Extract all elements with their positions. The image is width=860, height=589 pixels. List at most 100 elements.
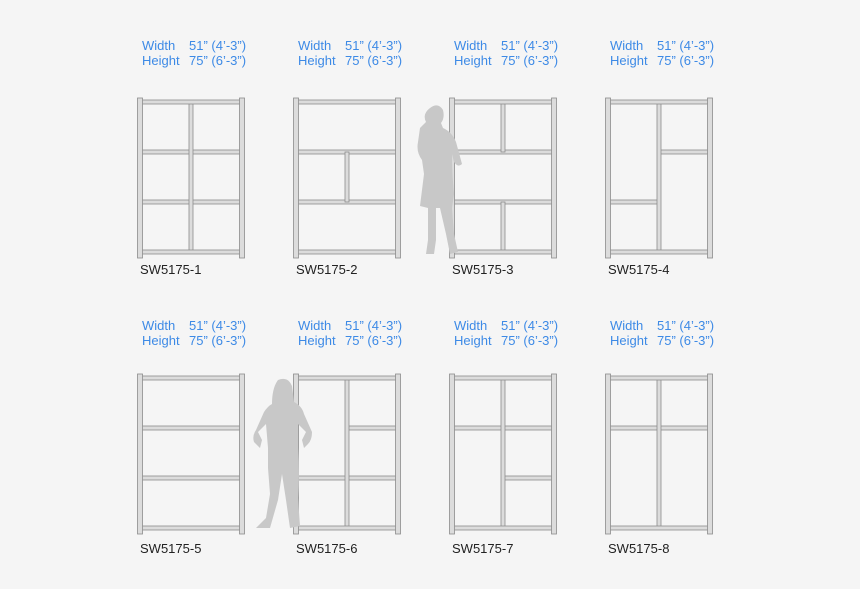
height-value: 75” (6’-3”)	[501, 53, 559, 68]
frame-mullion	[344, 151, 350, 203]
frame-transom	[609, 199, 660, 205]
height-label: Height	[610, 333, 648, 348]
frame-right-post	[551, 97, 557, 259]
dimensions: Width 51” (4’-3”) Height 75” (6’-3”)	[454, 38, 558, 68]
frame-transom	[141, 425, 241, 431]
frame-transom	[141, 475, 241, 481]
width-value: 51” (4’-3”)	[501, 38, 559, 53]
panel-card: Width 51” (4’-3”) Height 75” (6’-3”) SW517…	[449, 38, 604, 298]
panel-frame-drawing	[605, 373, 713, 535]
frame-transom	[658, 149, 709, 155]
frame-bottom-rail	[609, 249, 709, 255]
width-value: 51” (4’-3”)	[189, 318, 247, 333]
frame-mullion	[500, 377, 506, 529]
width-label: Width	[298, 318, 332, 333]
width-value: 51” (4’-3”)	[345, 38, 403, 53]
panel-code: SW5175-5	[140, 541, 202, 556]
panel-code: SW5175-4	[608, 262, 670, 277]
height-label: Height	[298, 53, 336, 68]
dimensions: Width 51” (4’-3”) Height 75” (6’-3”)	[298, 318, 402, 348]
frame-right-post	[707, 97, 713, 259]
height-value: 75” (6’-3”)	[657, 333, 715, 348]
panel-code: SW5175-2	[296, 262, 358, 277]
width-label: Width	[142, 38, 176, 53]
frame-mullion	[656, 377, 662, 529]
panel-code: SW5175-3	[452, 262, 514, 277]
frame-top-rail	[453, 375, 553, 381]
frame-top-rail	[609, 375, 709, 381]
frame-top-rail	[297, 99, 397, 105]
frame-left-post	[137, 97, 143, 259]
frame-right-post	[239, 97, 245, 259]
frame-right-post	[551, 373, 557, 535]
frame-transom	[502, 475, 553, 481]
frame-top-rail	[141, 99, 241, 105]
dimensions: Width 51” (4’-3”) Height 75” (6’-3”)	[610, 38, 714, 68]
woman-phone-silhouette	[417, 105, 462, 254]
width-label: Width	[298, 38, 332, 53]
dimensions: Width 51” (4’-3”) Height 75” (6’-3”)	[454, 318, 558, 348]
height-label: Height	[610, 53, 648, 68]
panel-card: Width 51” (4’-3”) Height 75” (6’-3”) SW517…	[605, 318, 760, 578]
width-label: Width	[454, 38, 488, 53]
frame-left-post	[605, 97, 611, 259]
panel-frame-drawing	[449, 373, 557, 535]
frame-left-post	[449, 373, 455, 535]
frame-right-post	[239, 373, 245, 535]
frame-bottom-rail	[453, 525, 553, 531]
panel-frame-drawing	[605, 97, 713, 259]
width-label: Width	[610, 38, 644, 53]
frame-bottom-rail	[141, 249, 241, 255]
panel-code: SW5175-8	[608, 541, 670, 556]
panel-card: Width 51” (4’-3”) Height 75” (6’-3”) SW517…	[293, 318, 448, 578]
height-label: Height	[298, 333, 336, 348]
frame-top-rail	[141, 375, 241, 381]
frame-top-rail	[609, 99, 709, 105]
height-value: 75” (6’-3”)	[189, 333, 247, 348]
dimensions: Width 51” (4’-3”) Height 75” (6’-3”)	[142, 38, 246, 68]
dimensions: Width 51” (4’-3”) Height 75” (6’-3”)	[298, 38, 402, 68]
frame-bottom-rail	[141, 525, 241, 531]
height-label: Height	[142, 333, 180, 348]
width-value: 51” (4’-3”)	[657, 318, 715, 333]
width-value: 51” (4’-3”)	[345, 318, 403, 333]
panel-frame-drawing	[137, 97, 245, 259]
width-label: Width	[454, 318, 488, 333]
dimensions: Width 51” (4’-3”) Height 75” (6’-3”)	[610, 318, 714, 348]
frame-mullion	[188, 101, 194, 253]
panel-frame-drawing	[293, 97, 401, 259]
height-label: Height	[454, 333, 492, 348]
width-label: Width	[142, 318, 176, 333]
frame-left-post	[293, 97, 299, 259]
height-value: 75” (6’-3”)	[345, 53, 403, 68]
frame-mullion	[344, 377, 350, 529]
frame-left-post	[137, 373, 143, 535]
panel-code: SW5175-7	[452, 541, 514, 556]
frame-mullion	[656, 101, 662, 253]
frame-right-post	[707, 373, 713, 535]
panel-frame-drawing	[137, 373, 245, 535]
woman-standing-silhouette	[253, 378, 312, 528]
width-value: 51” (4’-3”)	[657, 38, 715, 53]
frame-transom	[346, 425, 397, 431]
frame-bottom-rail	[609, 525, 709, 531]
height-value: 75” (6’-3”)	[345, 333, 403, 348]
frame-mullion	[500, 201, 506, 253]
dimensions: Width 51” (4’-3”) Height 75” (6’-3”)	[142, 318, 246, 348]
frame-mullion	[500, 101, 506, 153]
width-value: 51” (4’-3”)	[189, 38, 247, 53]
width-value: 51” (4’-3”)	[501, 318, 559, 333]
panel-code: SW5175-6	[296, 541, 358, 556]
height-value: 75” (6’-3”)	[189, 53, 247, 68]
height-label: Height	[142, 53, 180, 68]
frame-bottom-rail	[297, 249, 397, 255]
width-label: Width	[610, 318, 644, 333]
frame-left-post	[605, 373, 611, 535]
height-value: 75” (6’-3”)	[657, 53, 715, 68]
frame-right-post	[395, 97, 401, 259]
panel-card: Width 51” (4’-3”) Height 75” (6’-3”) SW517…	[605, 38, 760, 298]
height-label: Height	[454, 53, 492, 68]
panel-code: SW5175-1	[140, 262, 202, 277]
panel-card: Width 51” (4’-3”) Height 75” (6’-3”) SW517…	[137, 38, 292, 298]
panel-card: Width 51” (4’-3”) Height 75” (6’-3”) SW517…	[449, 318, 604, 578]
